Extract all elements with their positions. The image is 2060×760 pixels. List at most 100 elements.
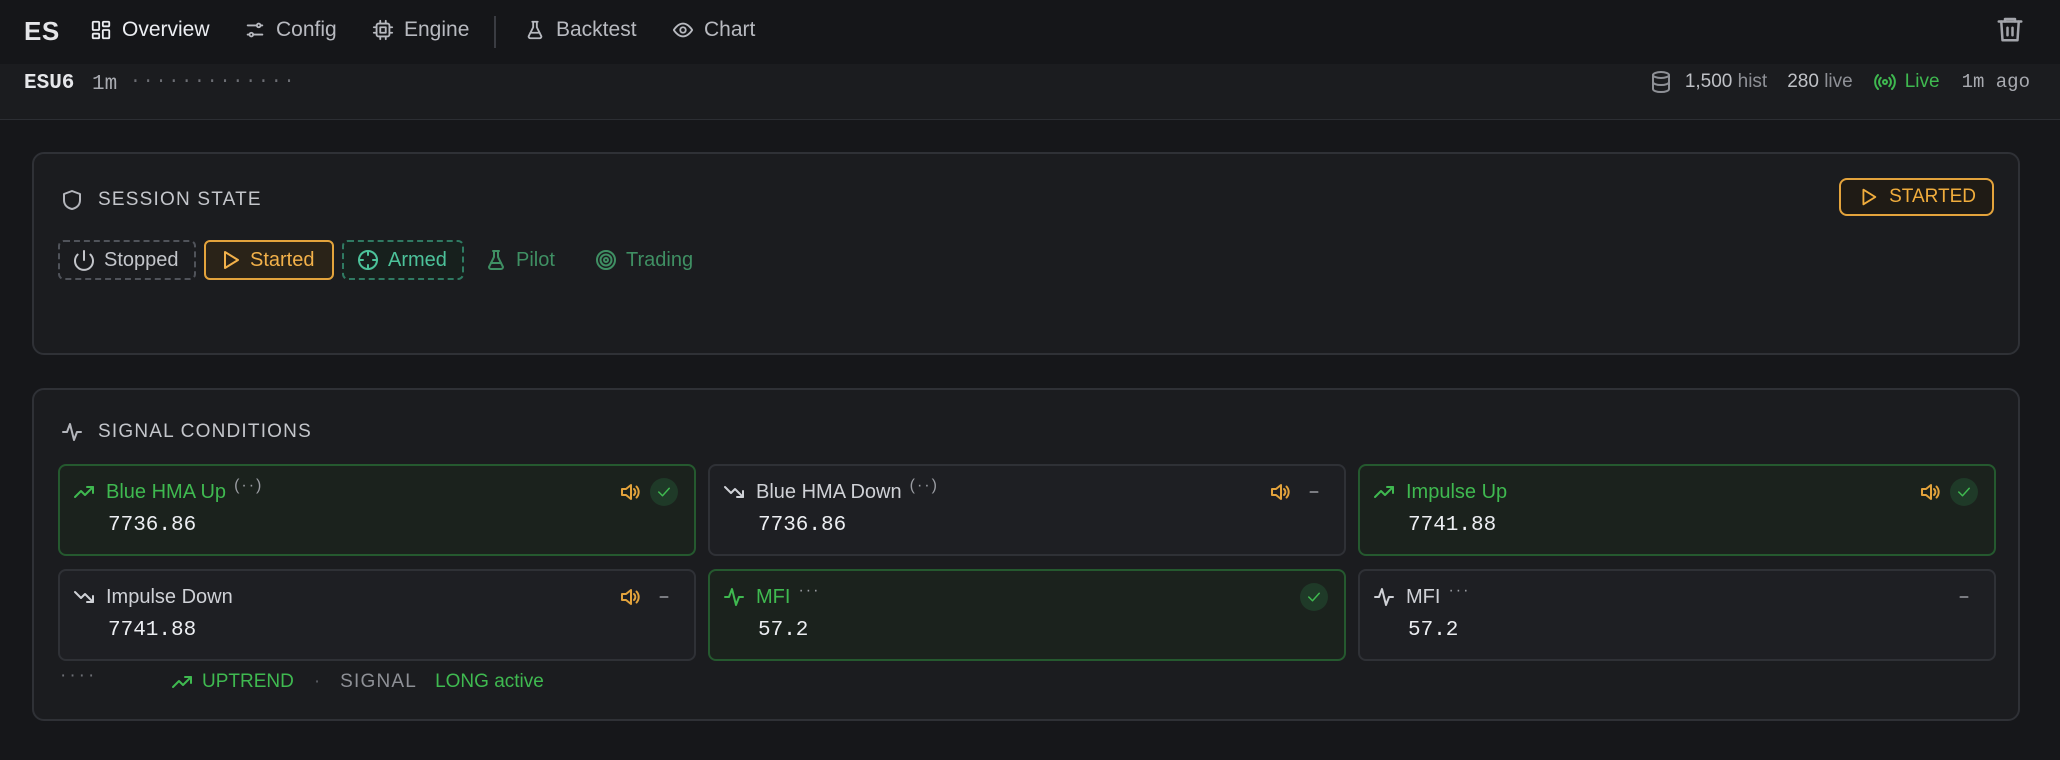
state-label: Armed <box>388 248 447 271</box>
volume-icon <box>618 480 642 504</box>
state-pilot[interactable]: Pilot <box>472 240 567 280</box>
sliders-icon <box>244 19 266 41</box>
sound-toggle[interactable] <box>618 480 642 504</box>
trending-up-icon <box>1372 480 1396 504</box>
signal-value: 7736.86 <box>108 514 197 537</box>
minus-icon <box>1300 478 1328 506</box>
placeholder-dots: ············· <box>130 72 297 92</box>
signal-conditions-header: SIGNAL CONDITIONS <box>60 420 312 444</box>
signal-value: 7736.86 <box>758 514 847 537</box>
sound-toggle[interactable] <box>1268 480 1292 504</box>
signal-impulse-up[interactable]: Impulse Up 7741.88 <box>1358 464 1996 556</box>
hist-label: hist <box>1737 71 1768 92</box>
nav-divider <box>494 16 496 48</box>
session-state-card: SESSION STATE STARTED Stopped Started Ar… <box>32 152 2020 355</box>
check-icon <box>1300 583 1328 611</box>
target-icon <box>594 248 618 272</box>
data-stats: 1,500 hist 280 live Live 1m ago <box>1649 70 2030 94</box>
crosshair-icon <box>356 248 380 272</box>
trending-down-icon <box>72 585 96 609</box>
sound-toggle[interactable] <box>1918 480 1942 504</box>
play-icon <box>1857 186 1879 208</box>
signal-name: MFI <box>1406 585 1441 608</box>
tab-overview[interactable]: Overview <box>90 18 210 42</box>
state-started[interactable]: Started <box>204 240 334 280</box>
signal-blue-hma-up[interactable]: Blue HMA Up (··) 7736.86 <box>58 464 696 556</box>
contract-label: ESU6 <box>24 72 75 95</box>
tab-config[interactable]: Config <box>244 18 337 42</box>
current-state-text: STARTED <box>1889 186 1976 207</box>
tab-engine[interactable]: Engine <box>372 18 469 42</box>
timeframe-label: 1m <box>92 73 118 96</box>
instrument-bar: ESU6 1m ············· 1,500 hist 280 liv… <box>0 64 2060 120</box>
check-icon <box>1950 478 1978 506</box>
signal-value: 7741.88 <box>108 619 197 642</box>
cpu-icon <box>372 19 394 41</box>
signal-name: Impulse Down <box>106 585 233 608</box>
trend-label: UPTREND <box>202 671 294 692</box>
volume-icon <box>1918 480 1942 504</box>
session-state-header: SESSION STATE <box>60 188 262 212</box>
signal-suffix: ··· <box>798 582 821 599</box>
delete-button[interactable] <box>1995 14 2025 44</box>
signal-impulse-down[interactable]: Impulse Down 7741.88 <box>58 569 696 661</box>
signal-label: SIGNAL <box>340 671 418 692</box>
signal-conditions-card: SIGNAL CONDITIONS Blue HMA Up (··) 7736.… <box>32 388 2020 721</box>
eye-icon <box>672 19 694 41</box>
tab-label: Backtest <box>556 18 637 41</box>
volume-icon <box>1268 480 1292 504</box>
state-label: Trading <box>626 248 694 271</box>
signal-name: Blue HMA Up <box>106 480 227 503</box>
tab-label: Engine <box>404 18 470 41</box>
grid-icon <box>90 19 112 41</box>
tab-label: Overview <box>122 18 210 41</box>
signal-mfi-active[interactable]: MFI ··· 57.2 <box>708 569 1346 661</box>
shield-icon <box>60 188 84 212</box>
tab-label: Config <box>276 18 337 41</box>
signal-name: Impulse Up <box>1406 480 1508 503</box>
trash-icon <box>1995 14 2025 44</box>
symbol-label: ES <box>24 16 60 46</box>
signal-value: 57.2 <box>758 619 809 642</box>
tab-chart[interactable]: Chart <box>672 18 755 42</box>
signal-suffix: (··) <box>909 477 939 494</box>
trending-up-icon <box>170 670 194 694</box>
separator-dot: · <box>313 671 321 692</box>
updated-time: 1m ago <box>1961 71 2030 93</box>
live-label: live <box>1824 71 1853 92</box>
state-label: Started <box>250 248 315 271</box>
trending-up-icon <box>72 480 96 504</box>
power-icon <box>72 248 96 272</box>
signal-conditions-title: SIGNAL CONDITIONS <box>98 421 312 442</box>
session-state-title: SESSION STATE <box>98 189 262 210</box>
tab-backtest[interactable]: Backtest <box>524 18 637 42</box>
state-stopped[interactable]: Stopped <box>58 240 196 280</box>
signal-name: Blue HMA Down <box>756 480 902 503</box>
minus-icon <box>650 583 678 611</box>
signal-suffix: ··· <box>1448 582 1471 599</box>
live-status: Live <box>1873 70 1940 94</box>
state-armed[interactable]: Armed <box>342 240 464 280</box>
activity-icon <box>1372 585 1396 609</box>
volume-icon <box>618 585 642 609</box>
database-icon <box>1649 70 1673 94</box>
card-edge-mark <box>32 298 34 316</box>
hist-count: 1,500 <box>1684 71 1733 92</box>
minus-icon <box>1950 583 1978 611</box>
trend-summary: ···· UPTREND · SIGNAL LONG active <box>60 665 544 694</box>
activity-icon <box>722 585 746 609</box>
top-nav: ES Overview Config Engine Backtest Chart <box>0 0 2060 64</box>
trending-down-icon <box>722 480 746 504</box>
live-status-text: Live <box>1904 71 1940 92</box>
signal-suffix: (··) <box>234 477 264 494</box>
signal-name: MFI <box>756 585 791 608</box>
signal-mfi-inactive[interactable]: MFI ··· 57.2 <box>1358 569 1996 661</box>
activity-icon <box>60 420 84 444</box>
trend-indicator: UPTREND <box>170 670 294 694</box>
signal-blue-hma-down[interactable]: Blue HMA Down (··) 7736.86 <box>708 464 1346 556</box>
live-count: 280 <box>1787 71 1819 92</box>
sound-toggle[interactable] <box>618 585 642 609</box>
radio-icon <box>1873 70 1897 94</box>
current-state-badge: STARTED <box>1839 178 1994 216</box>
state-trading[interactable]: Trading <box>582 240 705 280</box>
